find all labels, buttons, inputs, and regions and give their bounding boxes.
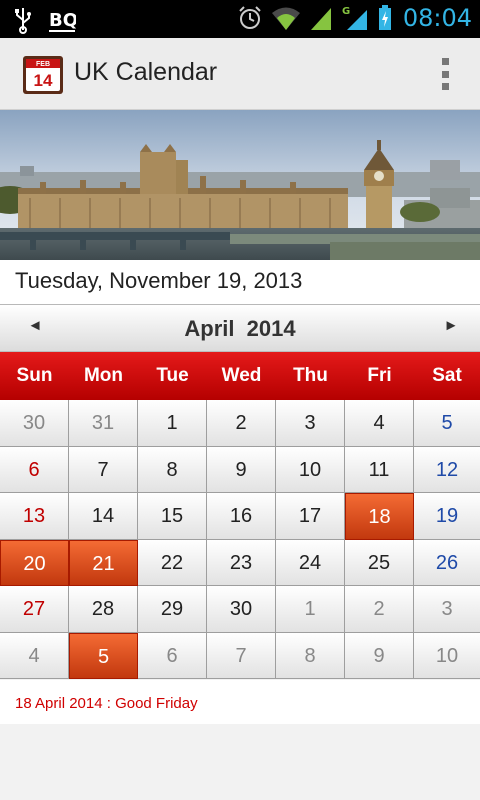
day-cell[interactable]: 25 [345, 539, 414, 586]
day-cell[interactable]: 11 [345, 446, 414, 493]
day-cell[interactable]: 1 [276, 586, 345, 633]
weekday-label: Sun [16, 365, 53, 386]
day-cell[interactable]: 30 [207, 586, 276, 633]
day-cell[interactable]: 17 [276, 493, 345, 540]
day-cell[interactable]: 13 [0, 493, 69, 540]
svg-text:G: G [342, 6, 350, 17]
svg-text:BQ: BQ [49, 10, 76, 31]
weekday-label: Wed [221, 365, 262, 386]
today-date-label: Tuesday, November 19, 2013 [15, 268, 303, 293]
calendar-header: ◄ April 2014 ► [0, 304, 480, 352]
month-year-title: April 2014 [0, 316, 480, 342]
holiday-day-cell[interactable]: 18 [345, 493, 414, 540]
day-cell[interactable]: 19 [414, 493, 480, 540]
day-cell[interactable]: 8 [276, 632, 345, 679]
today-date-bar: Tuesday, November 19, 2013 [0, 260, 480, 304]
holiday-day-cell[interactable]: 21 [69, 539, 138, 586]
app-calendar-icon[interactable]: FEB 14 [22, 53, 64, 95]
day-cell[interactable]: 26 [414, 539, 480, 586]
wifi-icon [271, 7, 300, 30]
day-cell[interactable]: 1 [138, 400, 207, 447]
day-cell[interactable]: 22 [138, 539, 207, 586]
day-cell[interactable]: 8 [138, 446, 207, 493]
day-grid: 30 31 1 2 3 4 5 6 7 8 9 10 11 12 13 14 15 16 17 18 19 20 21 22 2… [0, 400, 480, 679]
day-cell[interactable]: 3 [276, 400, 345, 447]
overflow-menu-icon[interactable] [442, 58, 450, 90]
weekday-label: Tue [156, 365, 189, 386]
signal-g-icon: G [342, 6, 367, 30]
day-cell[interactable]: 4 [0, 632, 69, 679]
weekday-header-row: Sun Mon Tue Wed Thu Fri Sat [0, 352, 480, 400]
status-bar: BQ G 08:04 [0, 0, 480, 38]
day-cell[interactable]: 16 [207, 493, 276, 540]
empty-footer-area [0, 724, 480, 800]
day-cell[interactable]: 6 [138, 632, 207, 679]
day-cell[interactable]: 7 [69, 446, 138, 493]
day-cell[interactable]: 12 [414, 446, 480, 493]
day-cell[interactable]: 6 [0, 446, 69, 493]
day-cell[interactable]: 31 [69, 400, 138, 447]
month-label: April [184, 316, 235, 341]
day-cell[interactable]: 5 [414, 400, 480, 447]
holiday-info-bar: 18 April 2014 : Good Friday [0, 680, 480, 724]
weekday-label: Mon [83, 365, 124, 386]
day-cell[interactable]: 10 [276, 446, 345, 493]
holiday-day-cell[interactable]: 5 [69, 632, 138, 679]
day-cell[interactable]: 7 [207, 632, 276, 679]
holiday-info-text: 18 April 2014 : Good Friday [15, 695, 198, 712]
day-cell[interactable]: 2 [345, 586, 414, 633]
day-cell[interactable]: 28 [69, 586, 138, 633]
year-label: 2014 [246, 316, 296, 341]
day-cell[interactable]: 14 [69, 493, 138, 540]
day-cell[interactable]: 30 [0, 400, 69, 447]
app-title: UK Calendar [74, 58, 218, 86]
day-cell[interactable]: 15 [138, 493, 207, 540]
weekday-label: Fri [367, 365, 392, 386]
next-month-button[interactable]: ► [436, 317, 466, 334]
svg-text:14: 14 [34, 71, 53, 90]
day-cell[interactable]: 29 [138, 586, 207, 633]
day-cell[interactable]: 27 [0, 586, 69, 633]
clock-time: 08:04 [402, 4, 472, 32]
day-cell[interactable]: 10 [414, 632, 480, 679]
london-banner-image [0, 110, 480, 260]
day-cell[interactable]: 23 [207, 539, 276, 586]
weekday-label: Sat [432, 365, 462, 386]
battery-charging-icon [378, 5, 391, 30]
day-cell[interactable]: 2 [207, 400, 276, 447]
day-cell[interactable]: 4 [345, 400, 414, 447]
bq-icon: BQ [49, 10, 76, 32]
action-bar: FEB 14 UK Calendar [0, 38, 480, 110]
holiday-day-cell[interactable]: 20 [0, 539, 69, 586]
day-cell[interactable]: 3 [414, 586, 480, 633]
svg-text:FEB: FEB [36, 61, 50, 68]
signal-icon [310, 8, 331, 30]
day-cell[interactable]: 9 [345, 632, 414, 679]
usb-icon [15, 8, 31, 34]
alarm-icon [239, 6, 261, 29]
month-calendar: ◄ April 2014 ► Sun Mon Tue Wed Thu Fri S… [0, 304, 480, 679]
day-cell[interactable]: 9 [207, 446, 276, 493]
day-cell[interactable]: 24 [276, 539, 345, 586]
weekday-label: Thu [293, 365, 328, 386]
